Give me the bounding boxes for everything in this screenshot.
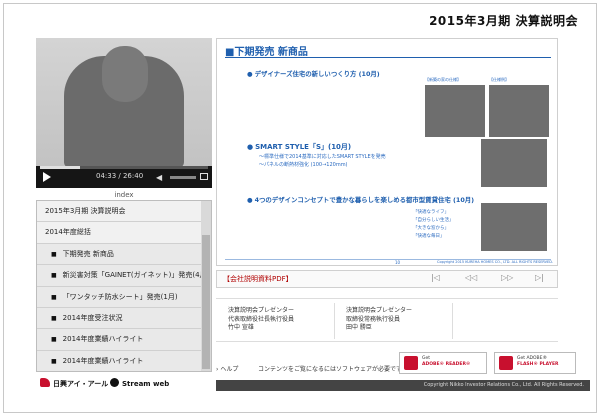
copyright-bar: Copyright Nikko Investor Relations Co., … xyxy=(216,380,590,391)
speaker-icon[interactable]: ◀ xyxy=(156,173,162,182)
volume-slider[interactable] xyxy=(170,176,196,179)
index-item[interactable]: 2014年度業績ハイライト xyxy=(37,350,203,371)
slide-tags: 「快適なライフ」 「自分らしい生活」 「大きな窓から」 「快適な毎日」 xyxy=(413,209,454,241)
last-slide-button[interactable]: ▷| xyxy=(535,273,544,282)
slide-tag: 「大きな窓から」 xyxy=(413,226,449,231)
stream-web-logo: Stream web xyxy=(110,378,169,388)
presenter-role: 決算説明会プレゼンター xyxy=(228,307,295,314)
video-progress-bar[interactable] xyxy=(40,166,208,169)
flash-player-text: Get ADOBE® FLASH® PLAYER xyxy=(517,356,559,368)
slide-nav-bar: 【会社説明資料PDF】 |◁ ◁◁ ▷▷ ▷| xyxy=(216,270,558,288)
adobe-reader-text: Get ADOBE® READER® xyxy=(422,356,470,368)
slide-page-number: 10 xyxy=(395,260,401,265)
slide-tag: 「自分らしい生活」 xyxy=(413,218,454,223)
slide-bullet-2: SMART STYLE「S」(10月) xyxy=(247,142,351,152)
flash-player-name: FLASH® PLAYER xyxy=(517,362,559,367)
presenter-name: 竹中 宣雄 xyxy=(228,324,254,331)
slide-bullet-1: デザイナーズ住宅の新しいつくり方 (10月) xyxy=(247,69,380,78)
divider xyxy=(452,303,453,339)
video-progress-fill xyxy=(40,166,81,169)
index-list: 2015年3月期 決算説明会 2014年度総括 下期発売 新商品 新災害対策「G… xyxy=(36,200,212,372)
presenter-role: 決算説明会プレゼンター xyxy=(346,307,413,314)
slide-sub-2b: ～パネルの断熱材強化 (100→120mm) xyxy=(259,162,348,168)
presenter-2: 決算説明会プレゼンター 取締役常務執行役員 田中 勝臣 xyxy=(346,307,412,333)
presenters-panel: 決算説明会プレゼンター 代表取締役社長執行役員 竹中 宣雄 決算説明会プレゼンタ… xyxy=(216,298,558,342)
presentation-slide: ■下期発売 新商品 デザイナーズ住宅の新しいつくり方 (10月) 【新築の家の仕… xyxy=(216,38,558,266)
video-controls: 04:33 / 26:40 ◀ xyxy=(36,166,212,188)
adobe-reader-icon xyxy=(404,356,418,370)
slide-tag: 「快適なライフ」 xyxy=(413,210,449,215)
presenter-1: 決算説明会プレゼンター 代表取締役社長執行役員 竹中 宣雄 xyxy=(228,307,294,333)
index-item[interactable]: 新災害対策「GAINET(ガイネット)」発売(4月) xyxy=(37,265,203,287)
first-slide-button[interactable]: |◁ xyxy=(431,273,440,282)
index-item[interactable]: 2014年度受注状況 xyxy=(37,307,203,330)
scrollbar-thumb[interactable] xyxy=(202,235,210,369)
slide-caption-2: 【仕様例】 xyxy=(489,77,509,82)
help-label: ヘルプ xyxy=(220,366,239,373)
software-note: コンテンツをご覧になるにはソフトウェアが必要です。 xyxy=(258,366,408,373)
footer-logos: 日興アイ・アール Stream web xyxy=(36,374,212,392)
presenter-title: 代表取締役社長執行役員 xyxy=(228,315,295,323)
page-title: 2015年3月期 決算説明会 xyxy=(429,14,578,28)
house-photo-2 xyxy=(489,85,549,137)
get-adobe-reader-badge[interactable]: Get ADOBE® READER® xyxy=(399,352,487,374)
slide-sub-2a: ～標準仕様で2014基準に対応したSMART STYLEを発売 xyxy=(259,154,386,160)
house-photo-3 xyxy=(481,139,547,187)
play-icon[interactable] xyxy=(43,172,51,182)
index-scrollbar[interactable] xyxy=(201,201,211,371)
index-label: index xyxy=(114,191,134,199)
next-slide-button[interactable]: ▷▷ xyxy=(501,273,513,282)
house-photo-4 xyxy=(481,203,547,251)
slide-bullet-3: 4つのデザインコンセプトで豊かな暮らしを楽しめる都市型賃貸住宅 (10月) xyxy=(247,195,475,204)
adobe-reader-name: ADOBE® READER® xyxy=(422,362,471,367)
presenter-name: 田中 勝臣 xyxy=(346,324,372,331)
index-item[interactable]: 2015年3月期 決算説明会 xyxy=(37,201,203,223)
flash-player-icon xyxy=(499,356,513,370)
slide-title: ■下期発売 新商品 xyxy=(225,47,308,58)
index-item[interactable]: 2014年度総括 xyxy=(37,222,203,244)
video-time: 04:33 / 26:40 xyxy=(96,172,144,180)
flash-product: FLASH® PLAYER xyxy=(517,362,559,368)
index-item[interactable]: 2014年度業績ハイライト xyxy=(37,329,203,351)
presenter-head xyxy=(102,46,148,102)
presenter-title: 取締役常務執行役員 xyxy=(346,315,401,323)
index-item[interactable]: 「ワンタッチ防水シート」発売(1月) xyxy=(37,286,203,308)
slide-caption-1: 【新築の家の仕様】 xyxy=(425,77,461,82)
slide-tag: 「快適な毎日」 xyxy=(413,234,445,239)
nikko-ir-logo: 日興アイ・アール xyxy=(40,378,108,389)
pdf-link[interactable]: 【会社説明資料PDF】 xyxy=(223,274,293,284)
index-item[interactable]: 下期発売 新商品 xyxy=(37,243,203,266)
fullscreen-icon[interactable] xyxy=(200,173,208,180)
house-photo-1 xyxy=(425,85,485,137)
slide-title-rule xyxy=(225,57,551,58)
divider xyxy=(334,303,335,339)
help-link[interactable]: › ヘルプ xyxy=(216,364,238,373)
adobe-reader-product: ADOBE® READER® xyxy=(422,362,470,368)
slide-copyright: Copyright 2015 KUREHA HOMES CO., LTD. AL… xyxy=(437,260,554,264)
copyright-text: Copyright Nikko Investor Relations Co., … xyxy=(423,382,584,388)
get-flash-player-badge[interactable]: Get ADOBE® FLASH® PLAYER xyxy=(494,352,576,374)
prev-slide-button[interactable]: ◁◁ xyxy=(465,273,477,282)
